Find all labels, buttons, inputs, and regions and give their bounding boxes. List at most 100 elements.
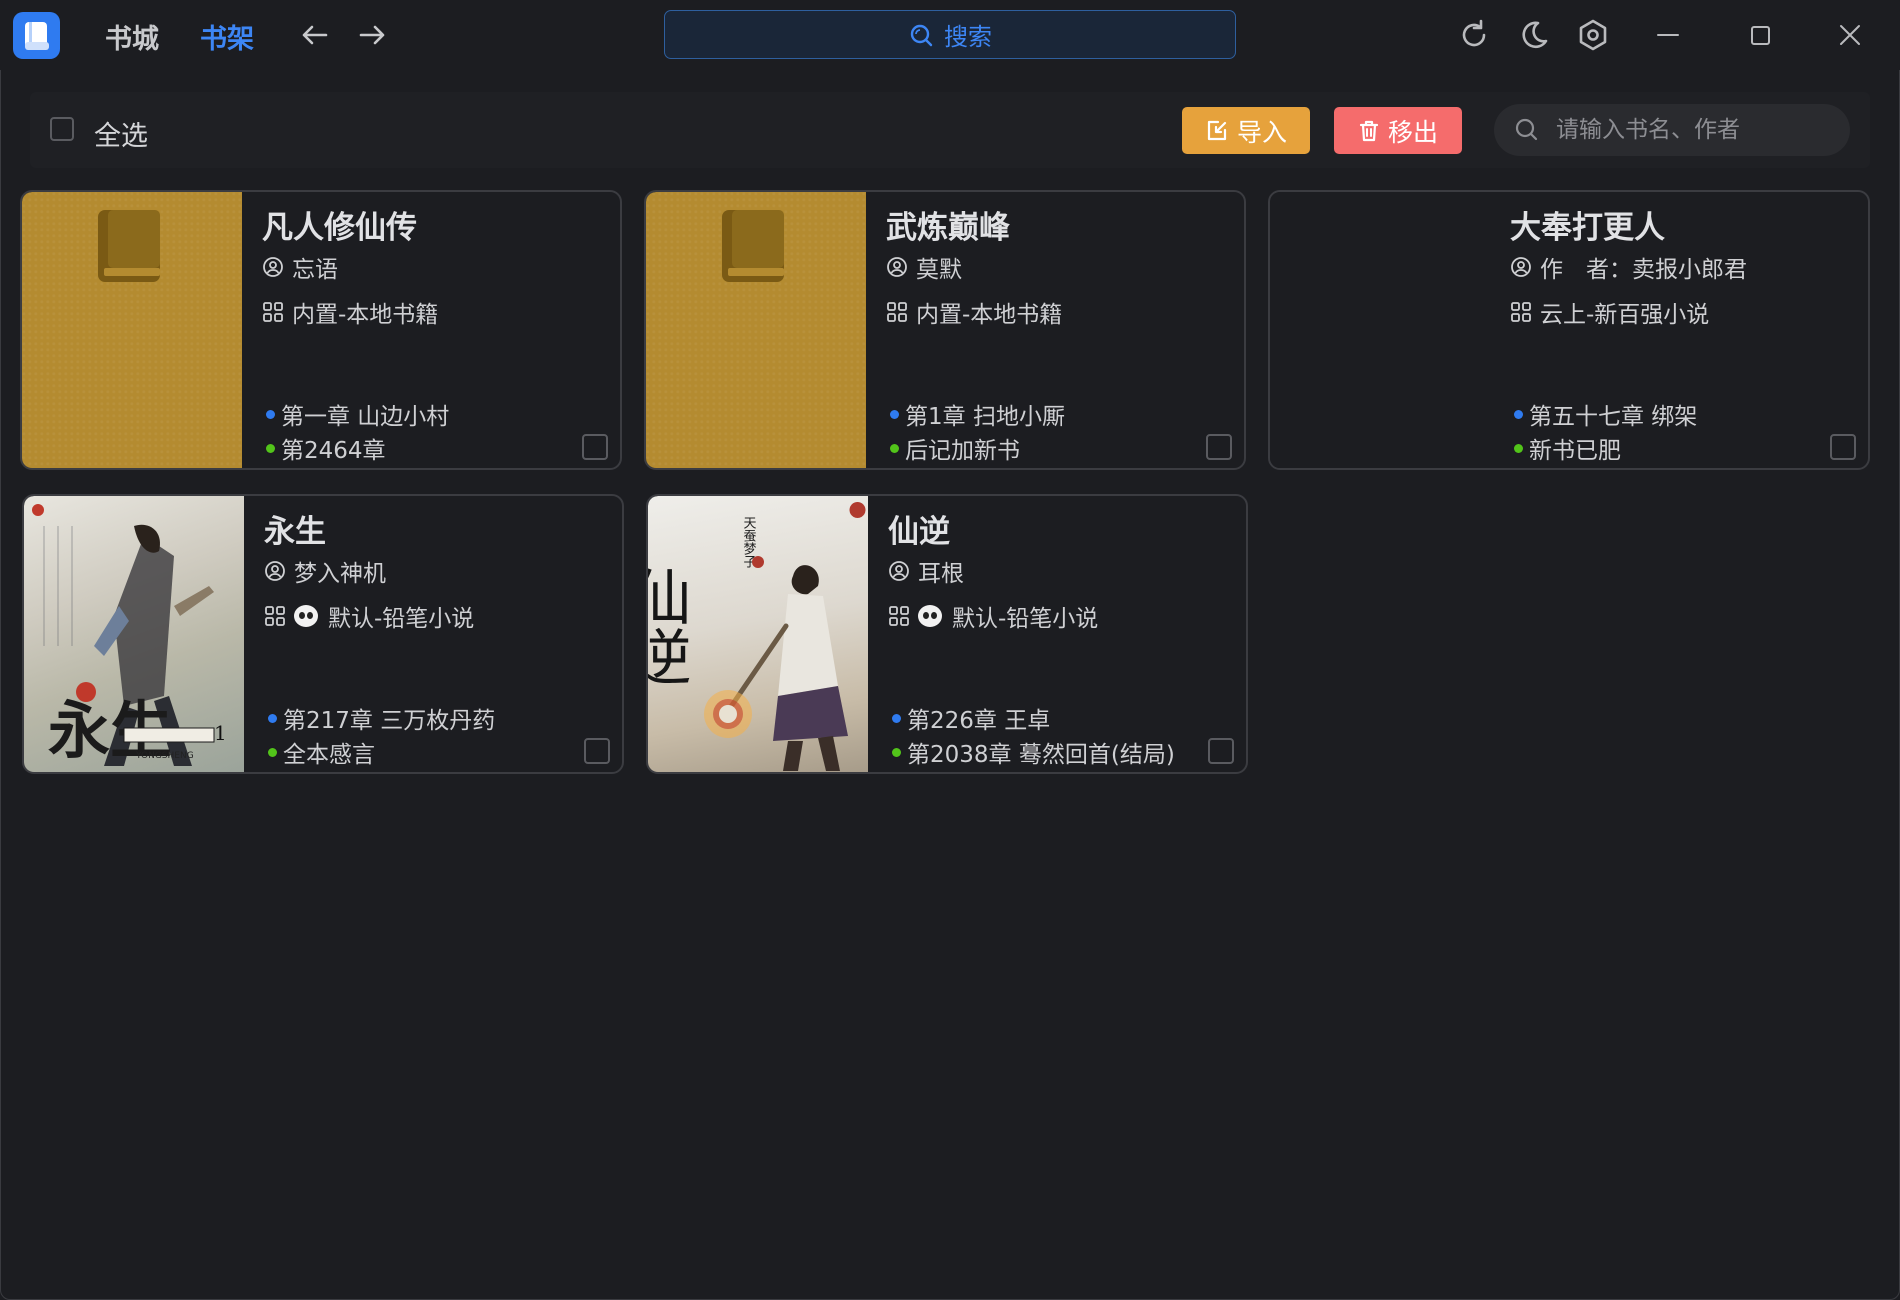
book-search-input[interactable] <box>1554 116 1838 144</box>
latest-dot-icon <box>892 747 901 757</box>
book-title: 永生 <box>264 514 326 550</box>
book-author: 耳根 <box>918 561 964 587</box>
book-source: 云上-新百强小说 <box>1540 302 1710 328</box>
book-source: 内置-本地书籍 <box>292 302 439 328</box>
read-chapter: 第1章 扫地小厮 <box>905 404 1065 430</box>
book-card[interactable]: 武炼巅峰 莫默 内置-本地书籍 第1章 扫地小厮 后记加新书 <box>644 190 1246 470</box>
book-search-field[interactable] <box>1494 104 1850 156</box>
read-chapter-row: 第五十七章 绑架 <box>1514 397 1697 431</box>
dark-mode-moon-icon[interactable] <box>1516 17 1552 53</box>
title-bar: 书城 书架 搜索 <box>0 0 1900 70</box>
panda-source-icon <box>294 605 318 627</box>
grid-icon <box>889 606 909 626</box>
book-card[interactable]: 凡人修仙传 忘语 内置-本地书籍 第一章 山边小村 第2464章 <box>20 190 622 470</box>
book-author: 作 者：卖报小郎君 <box>1540 257 1747 283</box>
import-button[interactable]: 导入 <box>1182 107 1310 154</box>
user-icon <box>1511 257 1531 277</box>
book-select-checkbox[interactable] <box>584 738 610 764</box>
read-chapter: 第五十七章 绑架 <box>1529 404 1698 430</box>
global-search-button[interactable]: 搜索 <box>664 10 1236 59</box>
book-select-checkbox[interactable] <box>582 434 608 460</box>
global-search-label: 搜索 <box>944 23 992 51</box>
select-all-checkbox[interactable] <box>50 117 74 141</box>
book-cover[interactable]: 永生 YONGSHENG 1 <box>24 496 244 772</box>
latest-chapter: 第2464章 <box>281 438 386 464</box>
search-icon <box>1515 118 1538 141</box>
refresh-icon[interactable] <box>1456 17 1492 53</box>
book-author: 莫默 <box>916 257 962 283</box>
user-icon <box>889 561 909 581</box>
read-chapter-row: 第1章 扫地小厮 <box>890 397 1065 431</box>
select-all-label[interactable]: 全选 <box>94 114 148 153</box>
grid-icon <box>265 606 285 626</box>
book-author-row: 作 者：卖报小郎君 <box>1510 250 1747 284</box>
grid-icon <box>263 302 283 322</box>
grid-icon <box>887 302 907 322</box>
latest-dot-icon <box>890 443 899 453</box>
book-title: 大奉打更人 <box>1510 210 1665 246</box>
search-icon <box>910 24 933 46</box>
book-card[interactable]: 永生 YONGSHENG 1 永生 梦入神机 默认-铅笔小说 第217章 三万枚… <box>22 494 624 774</box>
book-author-row: 耳根 <box>888 554 964 588</box>
settings-gear-icon[interactable] <box>1575 17 1611 53</box>
book-cover[interactable] <box>646 192 866 468</box>
book-author: 忘语 <box>292 257 338 283</box>
book-cover[interactable]: 仙逆 天蚕梦子 <box>648 496 868 772</box>
book-title: 凡人修仙传 <box>262 210 417 246</box>
latest-chapter: 第2038章 蓦然回首(结局) <box>907 742 1175 768</box>
remove-label: 移出 <box>1387 117 1438 147</box>
import-icon <box>1207 120 1227 140</box>
minimize-icon[interactable] <box>1650 17 1686 53</box>
nav-tab-bookstore[interactable]: 书城 <box>105 17 159 56</box>
book-title: 武炼巅峰 <box>886 210 1010 246</box>
book-source: 默认-铅笔小说 <box>952 606 1099 632</box>
read-chapter: 第一章 山边小村 <box>281 404 450 430</box>
book-cover[interactable] <box>1270 192 1490 468</box>
latest-chapter-row: 第2038章 蓦然回首(结局) <box>892 735 1175 769</box>
read-chapter: 第226章 王卓 <box>907 708 1051 734</box>
import-label: 导入 <box>1236 117 1287 147</box>
close-icon[interactable] <box>1832 17 1868 53</box>
latest-chapter-row: 新书已肥 <box>1514 431 1621 465</box>
read-dot-icon <box>1514 409 1523 419</box>
book-placeholder-icon <box>722 210 784 282</box>
maximize-icon[interactable] <box>1742 17 1778 53</box>
nav-tab-bookshelf[interactable]: 书架 <box>200 17 254 56</box>
grid-icon <box>1511 302 1531 322</box>
latest-dot-icon <box>266 443 275 453</box>
book-source-row: 默认-铅笔小说 <box>888 599 1098 633</box>
book-placeholder-icon <box>98 210 160 282</box>
read-dot-icon <box>892 713 901 723</box>
latest-chapter: 全本感言 <box>283 742 375 768</box>
book-source-row: 云上-新百强小说 <box>1510 295 1709 329</box>
book-author-row: 梦入神机 <box>264 554 386 588</box>
latest-chapter: 后记加新书 <box>905 438 1020 464</box>
latest-chapter-row: 全本感言 <box>268 735 375 769</box>
book-cover[interactable] <box>22 192 242 468</box>
book-select-checkbox[interactable] <box>1208 738 1234 764</box>
cover-title-text: 仙逆 <box>648 566 691 686</box>
cover-pinyin-text: YONGSHENG <box>135 751 194 761</box>
latest-chapter-row: 第2464章 <box>266 431 386 465</box>
book-select-checkbox[interactable] <box>1830 434 1856 460</box>
panda-source-icon <box>918 605 942 627</box>
user-icon <box>263 257 283 277</box>
read-chapter-row: 第226章 王卓 <box>892 701 1050 735</box>
book-select-checkbox[interactable] <box>1206 434 1232 460</box>
book-title: 仙逆 <box>888 514 950 550</box>
book-author: 梦入神机 <box>294 561 386 587</box>
book-card[interactable]: 仙逆 天蚕梦子 仙逆 耳根 默认-铅笔小说 第226章 王卓 第2038章 蓦然… <box>646 494 1248 774</box>
app-logo-icon <box>13 12 60 59</box>
forward-arrow-icon[interactable] <box>355 18 389 52</box>
read-chapter-row: 第217章 三万枚丹药 <box>268 701 495 735</box>
book-card[interactable]: 大奉打更人 作 者：卖报小郎君 云上-新百强小说 第五十七章 绑架 新书已肥 <box>1268 190 1870 470</box>
latest-dot-icon <box>268 747 277 757</box>
latest-chapter: 新书已肥 <box>1529 438 1621 464</box>
user-icon <box>265 561 285 581</box>
back-arrow-icon[interactable] <box>298 18 332 52</box>
book-source-row: 内置-本地书籍 <box>886 295 1062 329</box>
book-author-row: 忘语 <box>262 250 338 284</box>
latest-chapter-row: 后记加新书 <box>890 431 1020 465</box>
cover-illustration: 永生 YONGSHENG 1 <box>32 504 227 767</box>
remove-button[interactable]: 移出 <box>1334 107 1462 154</box>
